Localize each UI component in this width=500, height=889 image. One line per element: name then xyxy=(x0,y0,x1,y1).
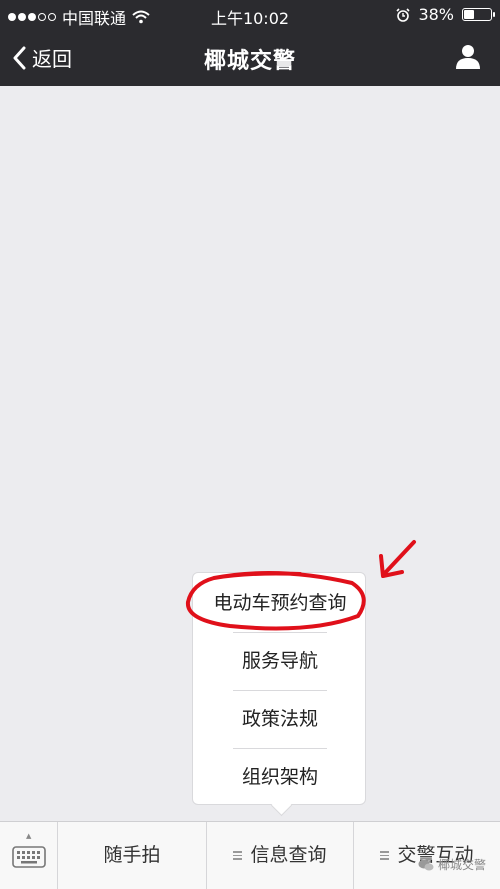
watermark: 椰城交警 xyxy=(418,856,486,873)
keyboard-toggle-button[interactable]: ▲ xyxy=(0,822,58,889)
tab-label: 信息查询 xyxy=(250,844,327,866)
caret-up-icon: ▲ xyxy=(26,832,32,840)
tab-info-query[interactable]: 信息查询 xyxy=(206,822,353,889)
wechat-logo-icon xyxy=(418,859,434,870)
watermark-text: 椰城交警 xyxy=(437,858,486,872)
tab-label: 随手拍 xyxy=(103,844,161,866)
menu-lines-icon xyxy=(380,849,390,862)
red-annotation xyxy=(185,540,416,631)
tab-snapshot[interactable]: 随手拍 xyxy=(58,822,206,889)
menu-lines-icon xyxy=(233,849,243,862)
bottom-menu-bar: ▲ 随手拍 信息查询 交警互动 xyxy=(0,821,500,889)
red-arrow-annotation xyxy=(382,540,416,576)
keyboard-icon xyxy=(12,846,46,868)
red-circle-annotation xyxy=(185,571,366,631)
